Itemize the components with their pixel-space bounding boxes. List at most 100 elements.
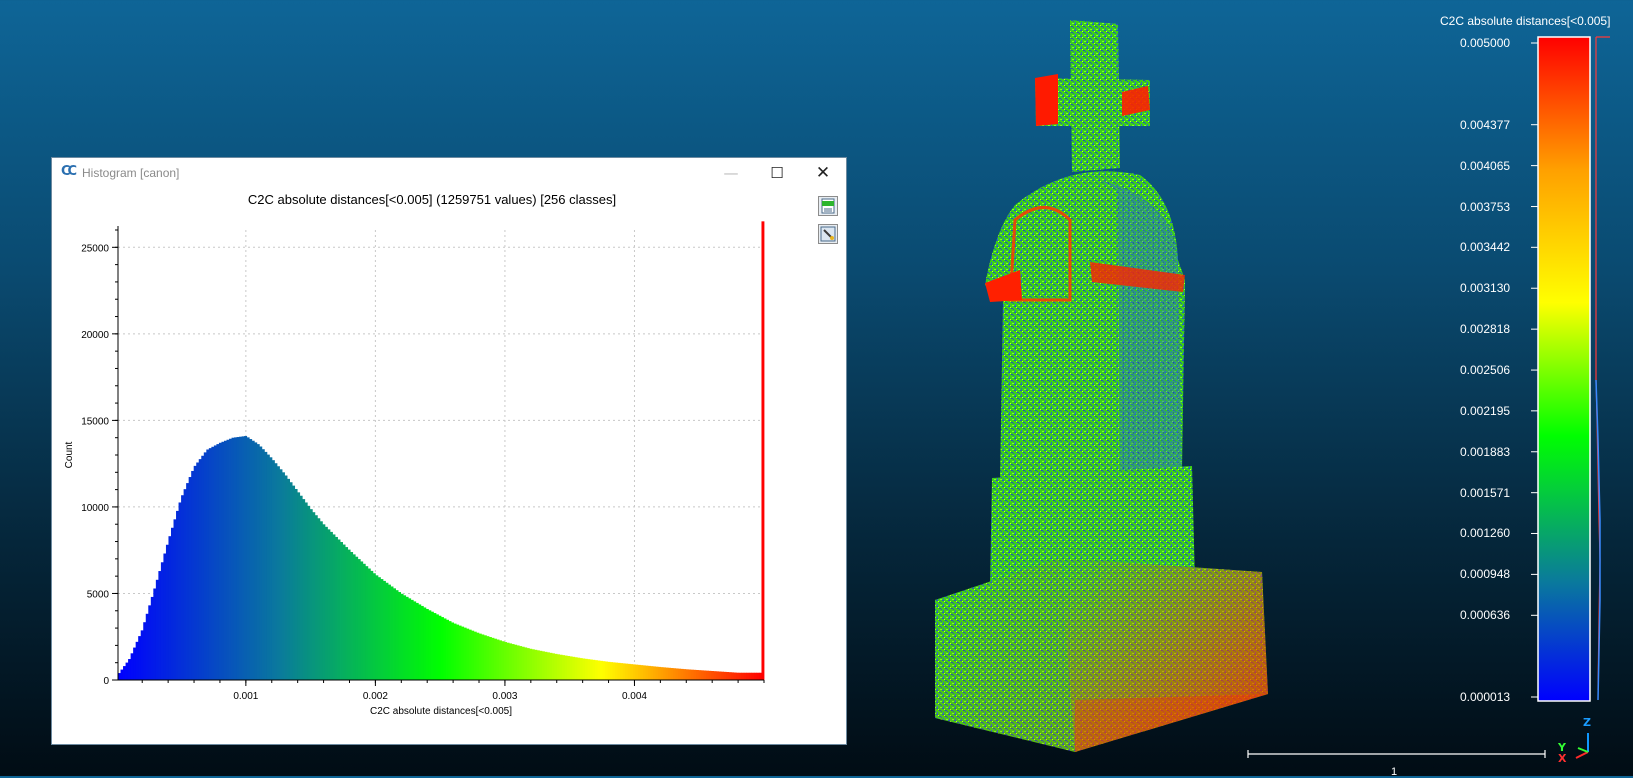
histogram-bar bbox=[554, 653, 558, 680]
histogram-bar bbox=[168, 536, 172, 680]
histogram-bar bbox=[292, 485, 296, 680]
histogram-bar bbox=[478, 633, 482, 680]
export-image-button[interactable] bbox=[818, 224, 838, 244]
histogram-bar bbox=[577, 657, 581, 680]
histogram-bar bbox=[678, 668, 682, 680]
axis-label-x: X bbox=[1558, 752, 1567, 765]
histogram-bar bbox=[193, 465, 197, 680]
histogram-bar bbox=[418, 604, 422, 680]
histogram-bar bbox=[534, 649, 538, 680]
histogram-bar bbox=[728, 672, 732, 680]
histogram-bar bbox=[133, 647, 137, 680]
histogram-bar bbox=[683, 669, 687, 680]
histogram-bar bbox=[327, 529, 331, 680]
histogram-bar bbox=[441, 617, 444, 680]
histogram-bar bbox=[743, 672, 747, 680]
histogram-bar bbox=[145, 613, 149, 680]
histogram-bar bbox=[271, 460, 275, 680]
histogram-bar bbox=[526, 648, 530, 680]
histogram-bar bbox=[509, 643, 513, 680]
histogram-bar bbox=[610, 662, 613, 680]
histogram-bar bbox=[304, 502, 308, 680]
histogram-bar bbox=[226, 439, 230, 680]
histogram-bar bbox=[491, 637, 495, 680]
histogram-bar bbox=[234, 437, 238, 680]
histogram-bar bbox=[546, 652, 550, 680]
histogram-bar bbox=[400, 593, 404, 680]
histogram-bar bbox=[198, 459, 202, 680]
histogram-bar bbox=[564, 655, 568, 680]
histogram-bar bbox=[388, 584, 391, 680]
minimize-button[interactable]: — bbox=[708, 158, 754, 188]
histogram-bar bbox=[352, 554, 356, 680]
histogram-bar bbox=[615, 662, 619, 680]
y-tick-label: 15000 bbox=[81, 416, 109, 427]
histogram-bar bbox=[289, 482, 293, 680]
histogram-bar bbox=[658, 666, 661, 680]
histogram-bar bbox=[521, 646, 525, 680]
histogram-bar bbox=[340, 542, 343, 680]
color-scale-label: 0.003130 bbox=[1460, 281, 1511, 296]
histogram-bar bbox=[519, 646, 523, 680]
histogram-bar bbox=[282, 472, 285, 680]
x-tick-label: 0.002 bbox=[363, 691, 388, 702]
histogram-bar bbox=[329, 531, 333, 680]
histogram-bar bbox=[685, 669, 689, 680]
histogram-chart[interactable]: 0 5000 10000 15000 20000 25000 0.001 0.002 0.003… bbox=[52, 208, 812, 744]
histogram-bar bbox=[650, 666, 654, 680]
histogram-bar bbox=[673, 668, 677, 680]
close-button[interactable]: ✕ bbox=[800, 158, 846, 188]
color-scale-label: 0.004377 bbox=[1460, 117, 1511, 132]
histogram-bar bbox=[284, 475, 288, 680]
histogram-bar bbox=[130, 653, 134, 680]
histogram-bar bbox=[516, 645, 520, 680]
histogram-bar bbox=[587, 659, 591, 680]
x-tick-label: 0.004 bbox=[622, 691, 647, 702]
histogram-bar bbox=[211, 446, 215, 680]
export-csv-button[interactable] bbox=[818, 196, 838, 216]
histogram-bar bbox=[231, 437, 235, 680]
histogram-bar bbox=[266, 454, 270, 680]
histogram-bar bbox=[680, 668, 684, 680]
histogram-bar bbox=[155, 579, 159, 680]
histogram-bar bbox=[622, 663, 626, 680]
histogram-bar bbox=[652, 666, 656, 680]
histogram-bar bbox=[405, 596, 409, 680]
histogram-window[interactable]: CC Histogram [canon] — ☐ ✕ C2C absolute … bbox=[52, 158, 846, 744]
histogram-bar bbox=[297, 492, 301, 680]
histogram-bar bbox=[365, 566, 369, 680]
color-scale-label: 0.003442 bbox=[1460, 240, 1511, 255]
histogram-bar bbox=[733, 672, 737, 680]
maximize-button[interactable]: ☐ bbox=[754, 158, 800, 188]
histogram-bar bbox=[218, 442, 222, 680]
histogram-bar bbox=[536, 650, 540, 680]
histogram-bar bbox=[607, 661, 611, 680]
histogram-bar bbox=[736, 672, 740, 680]
histogram-bar bbox=[632, 664, 636, 680]
histogram-bar bbox=[481, 634, 485, 680]
histogram-bar bbox=[572, 656, 576, 680]
histogram-bar bbox=[403, 595, 407, 680]
histogram-bar bbox=[251, 440, 255, 680]
histogram-bar bbox=[731, 672, 735, 680]
histogram-bar bbox=[620, 663, 624, 680]
histogram-bar bbox=[483, 635, 487, 680]
histogram-bar bbox=[627, 663, 631, 680]
color-scale-label: 0.003753 bbox=[1460, 199, 1511, 214]
color-scale-label: 0.002195 bbox=[1460, 403, 1511, 418]
histogram-bar bbox=[264, 451, 268, 680]
histogram-bar bbox=[413, 601, 417, 680]
axes-trihedron bbox=[1575, 733, 1589, 759]
histogram-bar bbox=[138, 636, 142, 680]
histogram-bar bbox=[579, 658, 583, 680]
histogram-bar bbox=[160, 562, 164, 680]
histogram-bar bbox=[589, 659, 593, 680]
histogram-bar bbox=[675, 668, 679, 680]
histogram-bar bbox=[360, 561, 364, 680]
histogram-bar bbox=[135, 641, 139, 680]
histogram-bar bbox=[428, 610, 432, 680]
histogram-titlebar[interactable]: CC Histogram [canon] — ☐ ✕ bbox=[52, 158, 846, 188]
histogram-bar bbox=[239, 436, 243, 680]
color-scale-label: 0.002506 bbox=[1460, 363, 1511, 378]
histogram-bar bbox=[188, 477, 192, 680]
